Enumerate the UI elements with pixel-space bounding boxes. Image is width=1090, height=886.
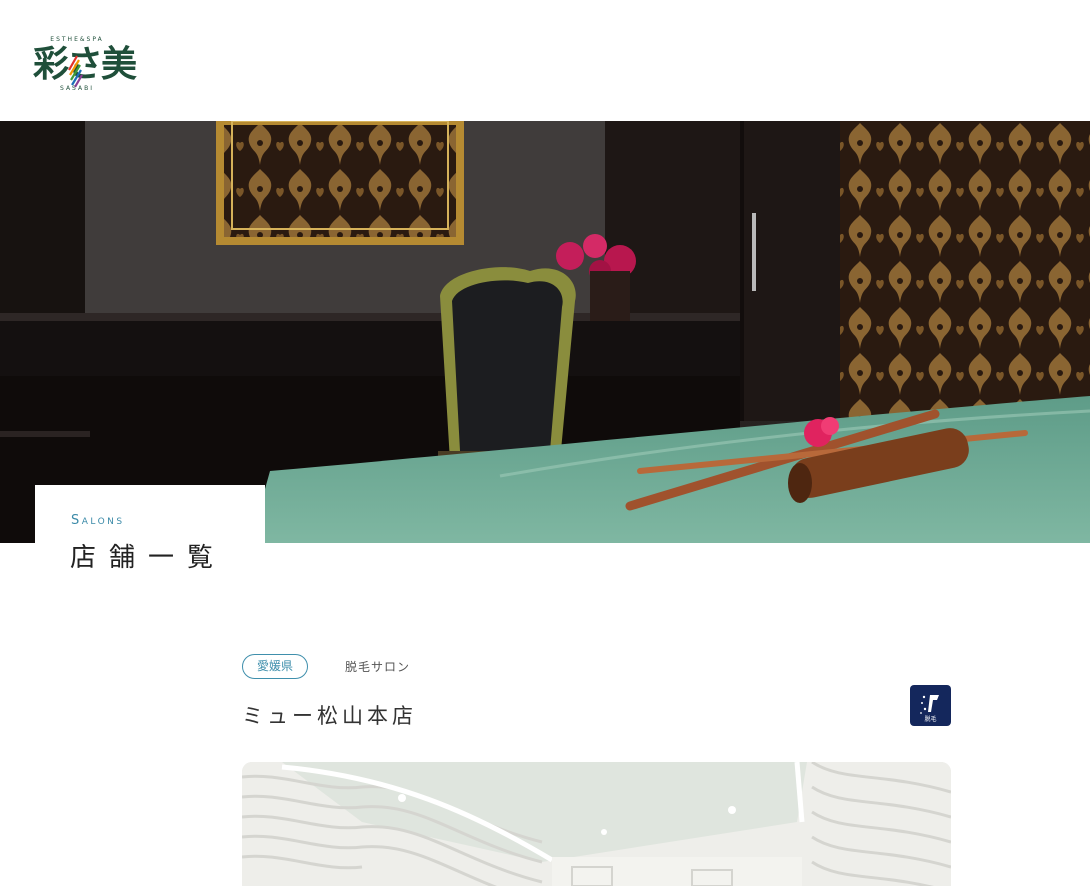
page-heading-card: Salons 店舗一覧 — [35, 485, 265, 600]
hair-removal-icon: 脱毛 — [910, 685, 951, 726]
service-icon-label: 脱毛 — [924, 716, 937, 723]
site-header: ESTHE&SPA 彩さ美 SASABI — [0, 0, 1090, 121]
category-label: 脱毛サロン — [345, 660, 411, 674]
logo-wordmark: 彩さ美 — [33, 43, 137, 85]
salon-photo[interactable] — [242, 762, 951, 886]
prefecture-tag[interactable]: 愛媛県 — [242, 654, 308, 679]
salon-name[interactable]: ミュー松山本店 — [242, 700, 417, 730]
page-heading-en: Salons — [71, 513, 125, 528]
site-logo[interactable]: ESTHE&SPA 彩さ美 SASABI — [33, 34, 145, 94]
logo-color-stripes-icon — [68, 55, 83, 88]
page-title: 店舗一覧 — [70, 543, 227, 573]
logo-romaji: SASABI — [60, 85, 94, 92]
hero-image — [0, 121, 1090, 543]
